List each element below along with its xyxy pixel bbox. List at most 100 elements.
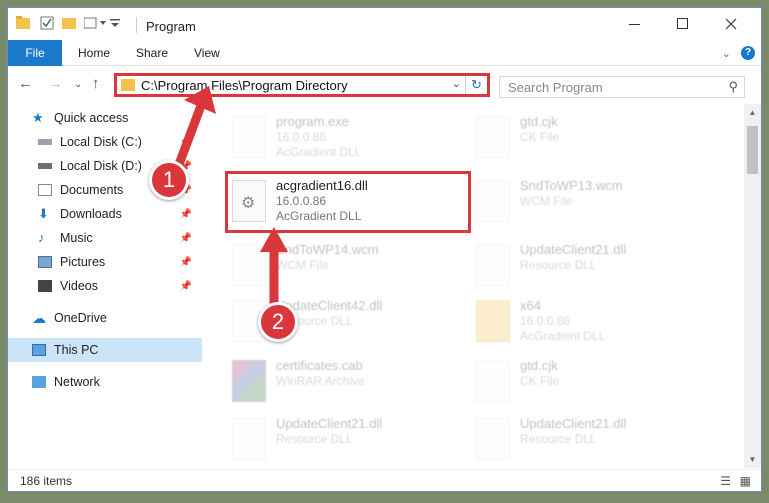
back-icon[interactable]: ← — [18, 75, 33, 92]
pin-icon[interactable]: 📌 — [180, 209, 192, 220]
documents-icon — [38, 184, 52, 196]
pin-icon[interactable]: 📌 — [180, 233, 192, 244]
file-type: WCM File — [520, 194, 573, 208]
list-item[interactable]: program.exe 16.0.0.86 AcGradient DLL — [226, 112, 466, 168]
close-button[interactable] — [708, 8, 754, 40]
recent-locations-icon[interactable]: ⌄ — [74, 79, 82, 90]
tab-file[interactable]: File — [8, 40, 62, 66]
search-icon[interactable]: ⚲ — [728, 79, 738, 95]
pictures-icon — [38, 256, 52, 268]
list-item[interactable]: UpdateClient21.dll Resource DLL — [226, 414, 466, 468]
maximize-button[interactable] — [660, 8, 706, 40]
film-icon — [38, 280, 52, 292]
drive-icon — [38, 139, 52, 145]
sidebar-item-label: Pictures — [60, 255, 106, 269]
file-description: AcGradient DLL — [276, 145, 362, 159]
address-dropdown-icon[interactable]: ⌄ — [452, 77, 461, 90]
search-placeholder: Search Program — [508, 80, 603, 95]
up-icon[interactable]: ↑ — [92, 75, 100, 92]
dll-file-icon — [476, 244, 510, 286]
file-name: SndToWP14.wcm — [276, 242, 379, 257]
list-item[interactable]: UpdateClient21.dll Resource DLL — [470, 240, 710, 296]
file-description: AcGradient DLL — [520, 329, 606, 343]
drive-icon — [38, 163, 52, 169]
address-path[interactable]: C:\Program Files\Program Directory — [141, 78, 348, 93]
list-item[interactable]: certificates.cab WinRAR Archive — [226, 356, 466, 412]
exe-file-icon — [232, 116, 266, 158]
address-bar[interactable]: C:\Program Files\Program Directory ⌄ ↻ — [114, 73, 490, 97]
file-type: Resource DLL — [520, 258, 597, 272]
qa-dropdown-icon[interactable] — [110, 16, 120, 30]
search-input[interactable]: Search Program ⚲ — [499, 76, 745, 98]
list-item[interactable]: x64 16.0.0.86 AcGradient DLL — [470, 296, 710, 352]
folder-icon — [476, 300, 510, 342]
file-type: Resource DLL — [520, 432, 597, 446]
sidebar-item-local-disk-c[interactable]: Local Disk (C:) 📌 — [8, 130, 202, 154]
sidebar-item-label: OneDrive — [54, 311, 107, 325]
sidebar-item-quick-access[interactable]: ★ Quick access — [8, 106, 202, 130]
sidebar-item-label: Quick access — [54, 111, 129, 125]
file-name: gtd.cjk — [520, 114, 558, 129]
pin-icon[interactable]: 📌 — [180, 137, 192, 148]
network-icon — [32, 376, 46, 388]
file-type: WinRAR Archive — [276, 374, 365, 388]
star-icon: ★ — [32, 110, 44, 125]
sidebar-item-videos[interactable]: Videos 📌 — [8, 274, 202, 298]
list-item[interactable]: SndToWP14.wcm WCM File — [226, 240, 466, 296]
list-item[interactable]: SndToWP13.wcm WCM File — [470, 176, 710, 232]
scroll-down-icon[interactable]: ▼ — [744, 455, 761, 464]
tab-share[interactable]: Share — [126, 40, 178, 66]
refresh-icon[interactable]: ↻ — [465, 76, 487, 94]
new-folder-icon[interactable] — [62, 16, 76, 30]
sidebar-item-label: Local Disk (C:) — [60, 135, 142, 149]
properties-icon[interactable] — [40, 16, 54, 30]
step-2-badge: 2 — [258, 302, 298, 342]
details-view-icon[interactable]: ☰ — [720, 474, 731, 488]
sidebar-item-downloads[interactable]: ⬇ Downloads 📌 — [8, 202, 202, 226]
expand-ribbon-icon[interactable]: ⌄ — [722, 47, 731, 60]
scrollbar-thumb[interactable] — [747, 126, 758, 174]
dll-file-icon — [232, 418, 266, 460]
file-icon — [476, 116, 510, 158]
list-item[interactable]: gtd.cjk CK File — [470, 112, 710, 168]
sidebar-item-onedrive[interactable]: ☁ OneDrive — [8, 306, 202, 330]
large-icons-view-icon[interactable]: ▦ — [740, 474, 751, 488]
navigation-pane: ★ Quick access Local Disk (C:) 📌 Local D… — [8, 104, 202, 468]
navigation-bar: ← → ⌄ ↑ C:\Program Files\Program Directo… — [8, 68, 761, 102]
customize-toolbar-icon[interactable] — [84, 16, 106, 30]
sidebar-item-this-pc[interactable]: This PC — [8, 338, 202, 362]
minimize-button[interactable] — [612, 8, 658, 40]
file-icon — [232, 244, 266, 286]
sidebar-item-pictures[interactable]: Pictures 📌 — [8, 250, 202, 274]
tab-view[interactable]: View — [184, 40, 230, 66]
scroll-up-icon[interactable]: ▲ — [744, 108, 761, 117]
step-1-badge: 1 — [149, 160, 189, 200]
pin-icon[interactable]: 📌 — [180, 257, 192, 268]
sidebar-item-label: Documents — [60, 183, 124, 197]
list-item[interactable]: gtd.cjk CK File — [470, 356, 710, 412]
forward-icon[interactable]: → — [48, 75, 63, 92]
window-title: Program — [146, 19, 196, 34]
explorer-window: Program File Home Share View ⌄ ? ← → ⌄ ↑… — [7, 7, 762, 492]
sidebar-item-music[interactable]: ♪ Music 📌 — [8, 226, 202, 250]
help-icon[interactable]: ? — [741, 46, 755, 60]
sidebar-item-label: Local Disk (D:) — [60, 159, 142, 173]
file-type: WCM File — [276, 258, 329, 272]
ribbon-tabs: File Home Share View ⌄ ? — [8, 40, 761, 66]
file-name: SndToWP13.wcm — [520, 178, 623, 193]
title-separator — [136, 17, 137, 33]
highlight-box — [225, 171, 471, 233]
file-type: CK File — [520, 374, 560, 388]
folder-icon — [16, 16, 30, 30]
music-note-icon: ♪ — [38, 230, 45, 245]
sidebar-item-network[interactable]: Network — [8, 370, 202, 394]
address-folder-icon — [121, 79, 135, 91]
file-name: UpdateClient21.dll — [520, 416, 627, 431]
file-name: x64 — [520, 298, 541, 313]
list-item[interactable]: UpdateClient21.dll Resource DLL — [470, 414, 710, 468]
tab-home[interactable]: Home — [68, 40, 120, 66]
pin-icon[interactable]: 📌 — [180, 281, 192, 292]
file-version: 16.0.0.86 — [276, 130, 327, 144]
vertical-scrollbar[interactable]: ▲ ▼ — [744, 104, 761, 468]
file-name: UpdateClient21.dll — [276, 416, 383, 431]
